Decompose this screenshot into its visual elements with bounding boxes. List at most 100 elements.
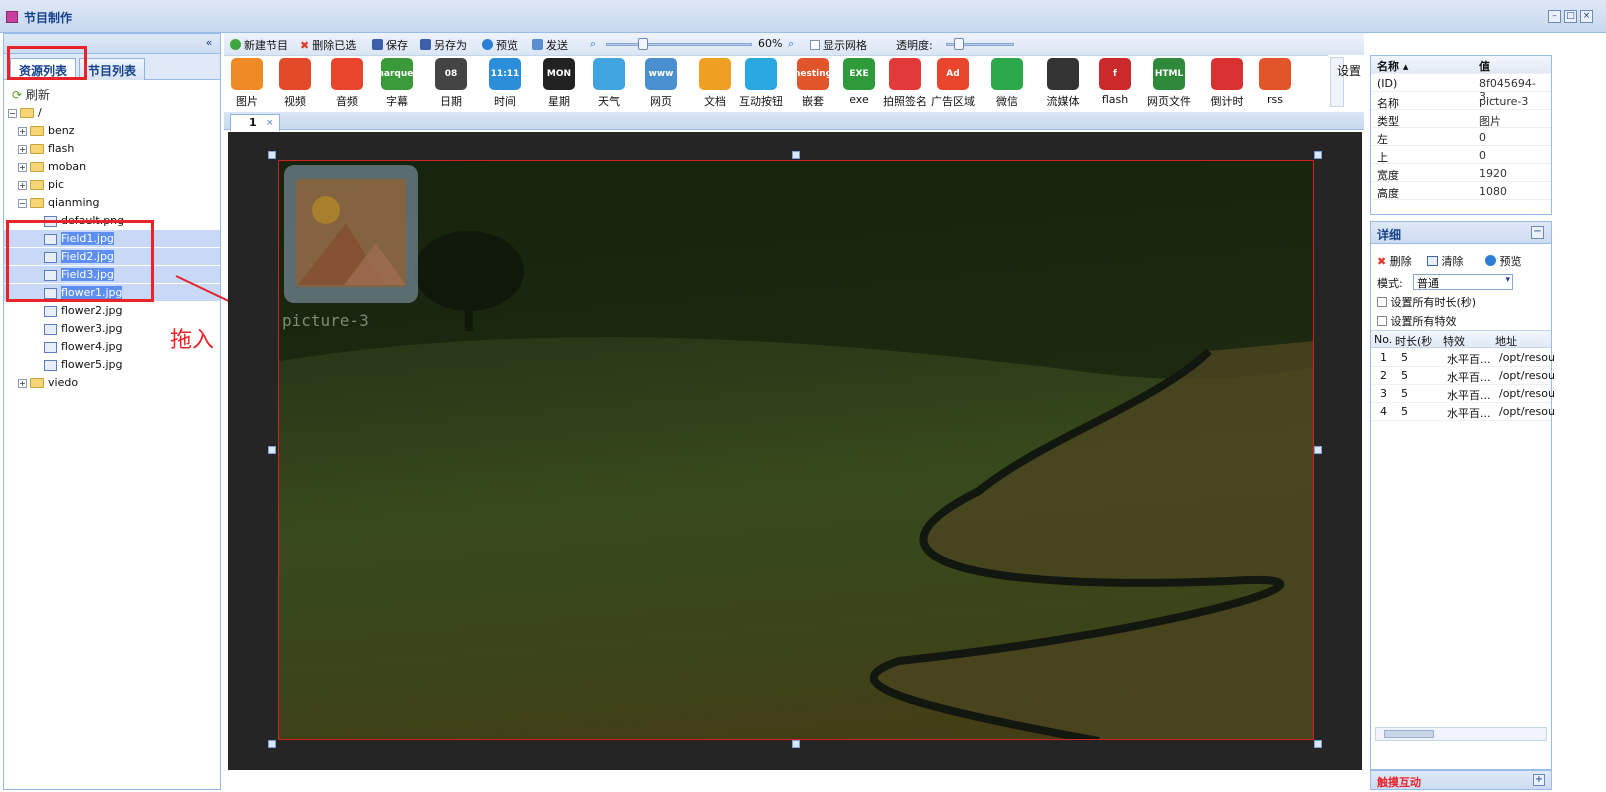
component-icon: f xyxy=(1099,58,1131,90)
resize-handle[interactable] xyxy=(268,446,276,454)
preview-button[interactable]: 预览 xyxy=(1485,253,1522,269)
palette-item-18[interactable]: HTML 网页文件 xyxy=(1146,58,1192,109)
property-row[interactable]: 上0 xyxy=(1371,147,1551,164)
picture-element[interactable] xyxy=(278,160,1314,740)
palette-item-11[interactable]: nesting 嵌套 xyxy=(790,58,836,109)
palette-item-15[interactable]: 微信 xyxy=(984,58,1030,109)
table-row[interactable]: 3 5 水平百... /opt/resou xyxy=(1371,385,1555,403)
table-row[interactable]: 1 5 水平百... /opt/resou xyxy=(1371,349,1555,367)
collapse-icon[interactable]: − xyxy=(18,198,27,208)
resize-handle[interactable] xyxy=(268,740,276,748)
palette-item-12[interactable]: EXE exe xyxy=(836,58,882,106)
refresh-button[interactable]: ⟳ 刷新 xyxy=(12,86,50,103)
palette-item-16[interactable]: 流媒体 xyxy=(1040,58,1086,109)
expand-icon[interactable]: + xyxy=(1533,774,1545,786)
expand-icon[interactable]: + xyxy=(18,126,27,136)
property-key: 宽度 xyxy=(1377,169,1399,182)
column-address[interactable]: 地址 xyxy=(1495,333,1517,349)
palette-item-8[interactable]: www 网页 xyxy=(638,58,684,109)
column-name[interactable]: 名称 ▴ xyxy=(1377,58,1408,74)
property-value: 1920 xyxy=(1479,167,1507,180)
zoom-in-icon[interactable]: ⌕ xyxy=(788,37,794,51)
tab-close-icon[interactable]: × xyxy=(266,116,274,131)
resize-handle[interactable] xyxy=(1314,740,1322,748)
preview-button[interactable]: 预览 xyxy=(482,37,518,53)
expand-icon[interactable]: + xyxy=(18,378,27,388)
tab-program-1[interactable]: 1 × xyxy=(230,114,280,131)
settings-button[interactable]: 设置 xyxy=(1337,62,1361,79)
palette-item-0[interactable]: 图片 xyxy=(224,58,270,109)
palette-item-1[interactable]: 视频 xyxy=(272,58,318,109)
tree-folder-item[interactable]: − qianming xyxy=(4,194,220,211)
resize-handle[interactable] xyxy=(792,151,800,159)
minimize-icon[interactable]: – xyxy=(1548,10,1561,23)
mode-select[interactable]: 普通 ▾ xyxy=(1413,274,1513,290)
expand-icon[interactable]: + xyxy=(18,180,27,190)
palette-item-5[interactable]: 11:11 时间 xyxy=(482,58,528,109)
expand-icon[interactable]: + xyxy=(18,144,27,154)
touch-interaction-bar[interactable]: 触摸互动 + xyxy=(1370,770,1552,790)
toolbar: 新建节目 ✖ 删除已选 保存 另存为 预览 发送 ⌕ 60% ⌕ 显示网格 透明度… xyxy=(224,33,1364,55)
zoom-slider[interactable] xyxy=(606,43,752,46)
delete-selected-button[interactable]: ✖ 删除已选 xyxy=(300,37,356,53)
column-duration[interactable]: 时长(秒 xyxy=(1395,333,1432,349)
tree-folder-item[interactable]: + benz xyxy=(4,122,220,139)
tree-folder-item[interactable]: + flash xyxy=(4,140,220,157)
save-as-button[interactable]: 另存为 xyxy=(420,37,467,53)
new-program-button[interactable]: 新建节目 xyxy=(230,37,288,53)
delete-button[interactable]: ✖ 删除 xyxy=(1377,253,1412,269)
palette-item-14[interactable]: Ad 广告区域 xyxy=(930,58,976,109)
property-row[interactable]: 宽度 1920 xyxy=(1371,165,1551,182)
property-row[interactable]: 类型 图片 xyxy=(1371,111,1551,128)
opacity-slider-thumb[interactable] xyxy=(954,38,964,50)
collapse-icon[interactable]: « xyxy=(202,37,216,51)
palette-item-20[interactable]: rss xyxy=(1252,58,1298,106)
component-label: 流媒体 xyxy=(1046,95,1080,108)
tree-folder-item[interactable]: + pic xyxy=(4,176,220,193)
set-effect-button[interactable]: 设置所有特效 xyxy=(1377,313,1457,329)
palette-item-19[interactable]: 倒计时 xyxy=(1204,58,1250,109)
clear-button[interactable]: 清除 xyxy=(1427,253,1464,269)
property-row[interactable]: 高度 1080 xyxy=(1371,183,1551,200)
palette-item-2[interactable]: 音频 xyxy=(324,58,370,109)
edit-icon xyxy=(1377,297,1387,307)
resize-handle[interactable] xyxy=(792,740,800,748)
horizontal-scrollbar[interactable] xyxy=(1375,727,1547,741)
palette-item-4[interactable]: 08 日期 xyxy=(428,58,474,109)
resize-handle[interactable] xyxy=(268,151,276,159)
collapse-icon[interactable]: − xyxy=(8,108,17,118)
save-button[interactable]: 保存 xyxy=(372,37,408,53)
set-duration-button[interactable]: 设置所有时长(秒) xyxy=(1377,294,1476,310)
send-label: 发送 xyxy=(546,39,568,52)
tab-program-list[interactable]: 节目列表 xyxy=(79,58,146,80)
property-row[interactable]: 名称 picture-3 xyxy=(1371,93,1551,110)
show-grid-checkbox[interactable]: 显示网格 xyxy=(810,37,867,53)
column-no[interactable]: No. xyxy=(1374,333,1392,346)
expand-icon[interactable]: + xyxy=(18,162,27,172)
close-icon[interactable]: × xyxy=(1580,10,1593,23)
tree-folder-item[interactable]: + moban xyxy=(4,158,220,175)
property-row[interactable]: (ID) 8f045694-3... xyxy=(1371,75,1551,103)
table-row[interactable]: 4 5 水平百... /opt/resou xyxy=(1371,403,1555,421)
palette-item-6[interactable]: MON 星期 xyxy=(536,58,582,109)
tree-folder-item[interactable]: − / xyxy=(4,104,220,121)
zoom-slider-thumb[interactable] xyxy=(638,38,648,50)
scrollbar-thumb[interactable] xyxy=(1384,730,1434,738)
collapse-detail-icon[interactable]: − xyxy=(1531,226,1544,239)
resize-handle[interactable] xyxy=(1314,151,1322,159)
opacity-label: 透明度: xyxy=(896,39,933,52)
zoom-out-icon[interactable]: ⌕ xyxy=(590,37,596,51)
palette-item-13[interactable]: 拍照签名 xyxy=(882,58,928,109)
table-row[interactable]: 2 5 水平百... /opt/resou xyxy=(1371,367,1555,385)
palette-item-7[interactable]: 天气 xyxy=(586,58,632,109)
component-label: 时间 xyxy=(494,95,516,108)
palette-item-17[interactable]: f flash xyxy=(1092,58,1138,106)
palette-item-10[interactable]: 互动按钮 xyxy=(738,58,784,109)
palette-item-9[interactable]: 文档 xyxy=(692,58,738,109)
column-effect[interactable]: 特效 xyxy=(1443,333,1465,349)
send-button[interactable]: 发送 xyxy=(532,37,568,53)
resize-handle[interactable] xyxy=(1314,446,1322,454)
palette-item-3[interactable]: marquee 字幕 xyxy=(374,58,420,109)
property-row[interactable]: 左0 xyxy=(1371,129,1551,146)
maximize-icon[interactable]: □ xyxy=(1564,10,1577,23)
